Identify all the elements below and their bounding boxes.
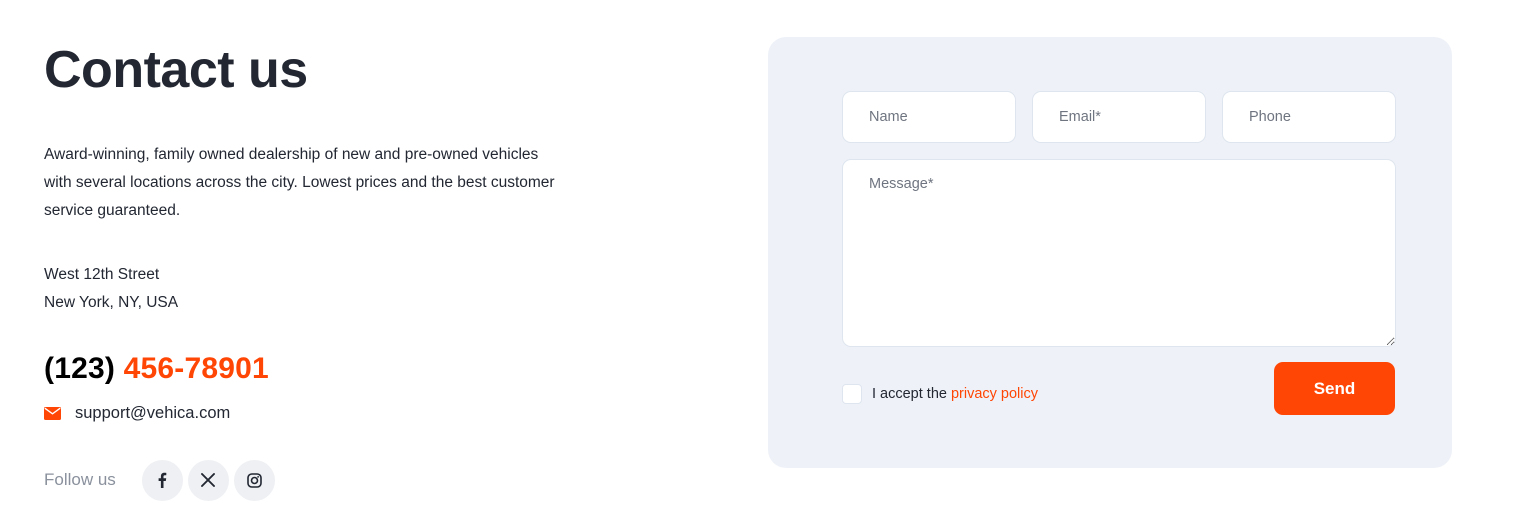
page-title: Contact us [44,41,308,99]
name-input[interactable] [842,91,1016,143]
privacy-checkbox[interactable] [842,384,862,404]
message-textarea[interactable] [842,159,1396,347]
send-button[interactable]: Send [1274,362,1395,415]
contact-form: I accept the privacy policy Send [768,37,1452,468]
email-input[interactable] [1032,91,1206,143]
address-line-2: New York, NY, USA [44,294,179,311]
accept-label: I accept the [872,386,947,402]
phone-area-code: (123) [44,352,116,385]
x-icon[interactable] [187,459,229,501]
envelope-icon [44,406,61,420]
phone-number[interactable]: (123) 456-78901 [44,352,269,386]
email-link[interactable]: support@vehica.com [75,404,230,423]
email-row[interactable]: support@vehica.com [44,401,230,425]
contact-description: Award-winning, family owned dealership o… [44,146,555,219]
instagram-icon[interactable] [233,459,275,501]
facebook-icon[interactable] [141,459,183,501]
follow-label: Follow us [44,470,116,489]
address-line-1: West 12th Street [44,266,160,283]
privacy-consent: I accept the privacy policy [842,383,1038,405]
address: West 12th Street New York, NY, USA [44,261,178,317]
privacy-policy-link[interactable]: privacy policy [951,386,1038,402]
social-follow: Follow us [44,459,280,501]
phone-digits: 456-78901 [123,352,269,385]
phone-input[interactable] [1222,91,1396,143]
